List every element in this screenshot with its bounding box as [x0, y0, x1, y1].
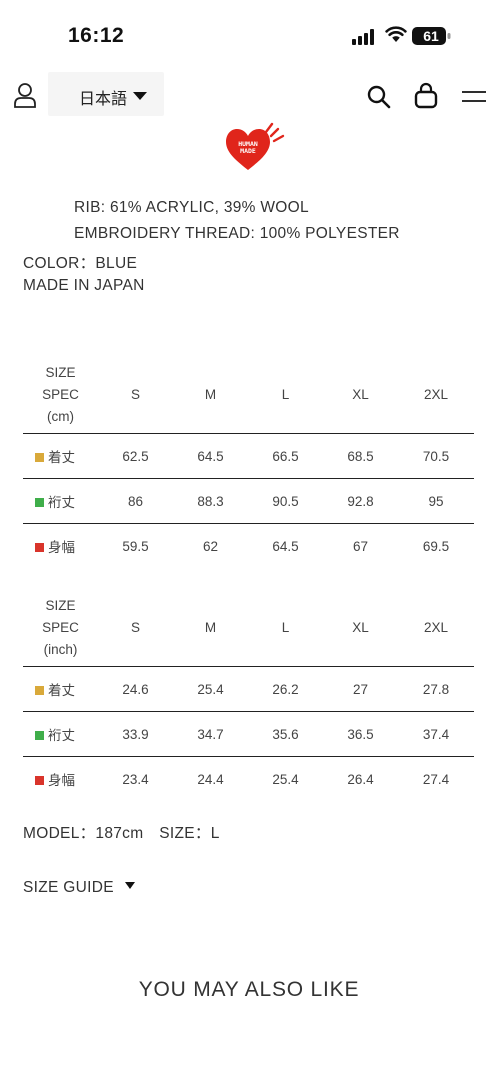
table-cell: 67: [323, 523, 398, 568]
table-cell: 27: [323, 666, 398, 712]
table-cell: 34.7: [173, 711, 248, 757]
size-header: M: [204, 620, 217, 635]
table-cell: 27.4: [398, 756, 474, 801]
sleeve-marker-icon: [35, 731, 44, 740]
length-marker-icon: [35, 453, 44, 462]
size-chart-header: SIZE SPEC (cm) S M L XL 2XL: [23, 356, 474, 434]
battery-level: 61: [423, 28, 439, 44]
table-cell: 69.5: [398, 523, 474, 568]
material-embroidery: EMBROIDERY THREAD: 100% POLYESTER: [74, 225, 400, 242]
hamburger-menu-icon[interactable]: [461, 88, 487, 104]
table-row: 裄丈 33.9 34.7 35.6 36.5 37.4: [23, 711, 474, 757]
product-origin: MADE IN JAPAN: [23, 277, 145, 294]
table-cell: 66.5: [248, 433, 323, 479]
size-chart-inch: SIZE SPEC (inch) S M L XL 2XL 着丈 24.6 25…: [23, 589, 474, 801]
table-cell: 62: [173, 523, 248, 568]
table-cell: 95: [398, 478, 474, 524]
row-label: 着丈: [23, 433, 98, 479]
table-cell: 24.4: [173, 756, 248, 801]
size-header: L: [281, 620, 290, 635]
product-color: COLOR：BLUE: [23, 255, 138, 272]
size-header: XL: [352, 387, 369, 402]
wifi-icon: [385, 26, 407, 42]
row-label: 裄丈: [23, 711, 98, 757]
human-made-heart-logo[interactable]: HUMAN MADE: [222, 122, 286, 174]
recommendations-title: YOU MAY ALSO LIKE: [138, 978, 360, 1001]
size-header: 2XL: [423, 620, 449, 635]
table-cell: 35.6: [248, 711, 323, 757]
table-cell: 26.2: [248, 666, 323, 712]
sleeve-marker-icon: [35, 498, 44, 507]
table-row: 着丈 24.6 25.4 26.2 27 27.8: [23, 666, 474, 712]
size-guide-toggle[interactable]: SIZE GUIDE: [23, 879, 114, 897]
caret-down-icon: [133, 92, 147, 100]
table-cell: 64.5: [248, 523, 323, 568]
row-label: 裄丈: [23, 478, 98, 524]
status-time: 16:12: [68, 24, 125, 47]
caret-down-icon[interactable]: [125, 882, 135, 889]
width-marker-icon: [35, 543, 44, 552]
table-row: 裄丈 86 88.3 90.5 92.8 95: [23, 478, 474, 524]
cellular-signal-icon: [352, 29, 374, 45]
size-header: M: [204, 387, 217, 402]
table-cell: 90.5: [248, 478, 323, 524]
table-cell: 88.3: [173, 478, 248, 524]
language-label: 日本語: [79, 89, 128, 108]
shopping-bag-icon[interactable]: [413, 82, 439, 110]
size-header: S: [130, 387, 140, 402]
table-cell: 26.4: [323, 756, 398, 801]
search-icon[interactable]: [366, 84, 392, 110]
table-cell: 62.5: [98, 433, 173, 479]
size-header: L: [281, 387, 290, 402]
size-header: 2XL: [423, 387, 449, 402]
table-row: 身幅 23.4 24.4 25.4 26.4 27.4: [23, 756, 474, 801]
size-chart-cm: SIZE SPEC (cm) S M L XL 2XL 着丈 62.5 64.5…: [23, 356, 474, 568]
table-cell: 37.4: [398, 711, 474, 757]
table-cell: 23.4: [98, 756, 173, 801]
size-spec-label: SIZE SPEC (inch): [42, 597, 79, 657]
length-marker-icon: [35, 686, 44, 695]
table-row: 身幅 59.5 62 64.5 67 69.5: [23, 523, 474, 568]
user-account-icon[interactable]: [13, 82, 37, 108]
table-row: 着丈 62.5 64.5 66.5 68.5 70.5: [23, 433, 474, 479]
row-label: 身幅: [23, 523, 98, 568]
table-cell: 92.8: [323, 478, 398, 524]
logo-text-made: MADE: [240, 147, 256, 155]
size-header: S: [130, 620, 140, 635]
size-header: XL: [352, 620, 369, 635]
table-cell: 33.9: [98, 711, 173, 757]
table-cell: 64.5: [173, 433, 248, 479]
material-rib: RIB: 61% ACRYLIC, 39% WOOL: [74, 199, 309, 216]
size-spec-label: SIZE SPEC (cm): [42, 364, 79, 424]
table-cell: 24.6: [98, 666, 173, 712]
width-marker-icon: [35, 776, 44, 785]
table-cell: 27.8: [398, 666, 474, 712]
table-cell: 68.5: [323, 433, 398, 479]
table-cell: 25.4: [248, 756, 323, 801]
row-label: 身幅: [23, 756, 98, 801]
model-info: MODEL：187cm SIZE：L: [23, 825, 220, 842]
table-cell: 86: [98, 478, 173, 524]
size-chart-header: SIZE SPEC (inch) S M L XL 2XL: [23, 589, 474, 667]
row-label: 着丈: [23, 666, 98, 712]
table-cell: 36.5: [323, 711, 398, 757]
table-cell: 59.5: [98, 523, 173, 568]
table-cell: 25.4: [173, 666, 248, 712]
table-cell: 70.5: [398, 433, 474, 479]
